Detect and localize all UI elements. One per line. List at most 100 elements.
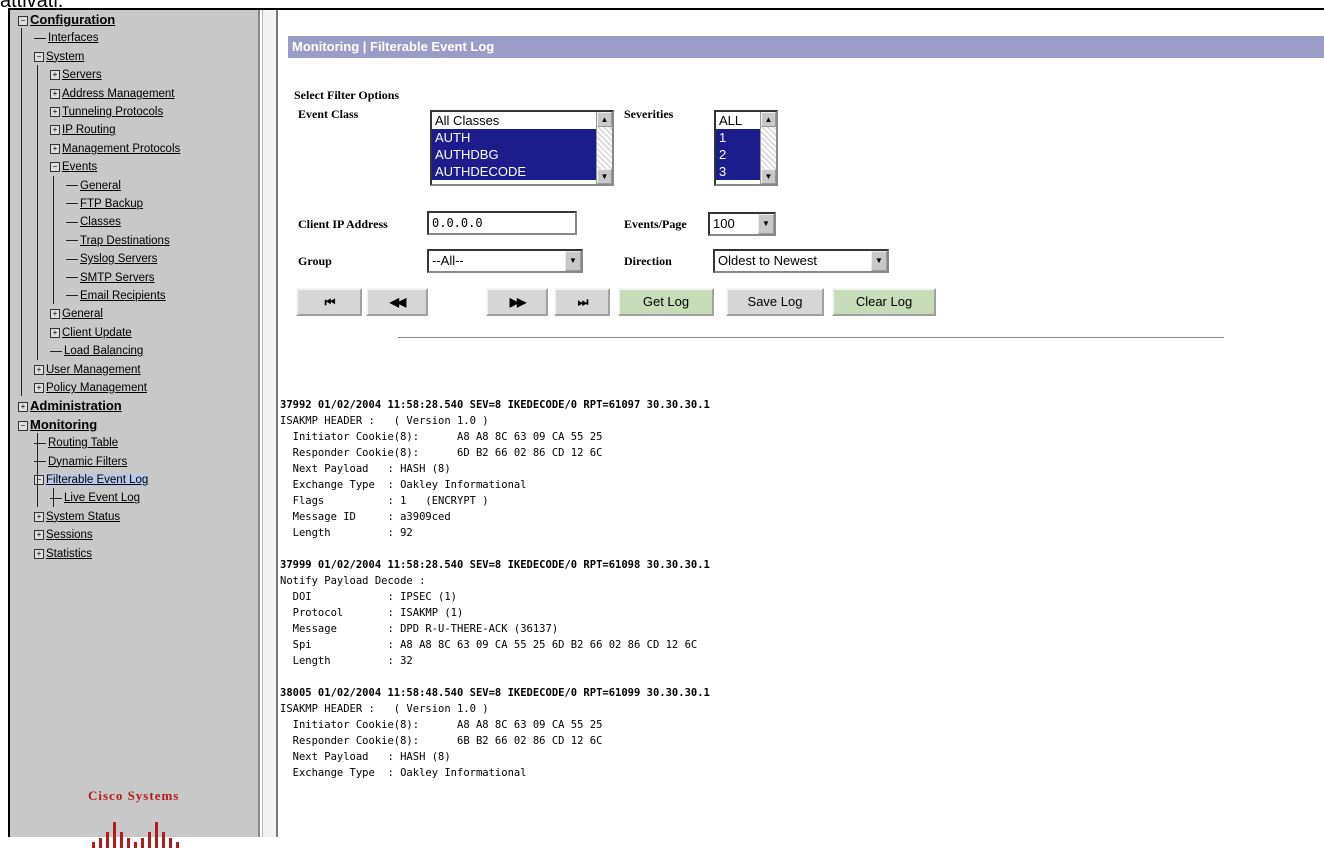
nav-item-general[interactable]: General [66, 178, 121, 194]
listbox-option[interactable]: All Classes [432, 112, 612, 129]
collapse-icon[interactable]: − [50, 162, 60, 173]
expand-icon[interactable]: + [34, 530, 44, 541]
expand-icon[interactable]: + [50, 125, 60, 136]
nav-item-sessions[interactable]: + Sessions [34, 527, 93, 543]
collapse-icon[interactable]: − [18, 420, 28, 431]
group-select[interactable]: --All-- ▼ [427, 249, 583, 273]
severities-listbox[interactable]: ALL 1 2 3 ▲ ▼ [714, 110, 778, 186]
events-per-page-value: 100 [713, 216, 735, 231]
expand-icon[interactable]: + [50, 88, 60, 99]
nav-item-administration[interactable]: + Administration [18, 398, 122, 415]
tree-connector [34, 37, 46, 39]
frame-splitter[interactable] [262, 10, 278, 837]
nav-item-syslog-servers[interactable]: Syslog Servers [66, 251, 157, 267]
last-page-button[interactable]: ⏭ [554, 288, 610, 316]
expand-icon[interactable]: + [50, 327, 60, 338]
expand-icon[interactable]: + [34, 548, 44, 559]
nav-item-interfaces[interactable]: Interfaces [34, 30, 99, 46]
expand-icon[interactable]: + [50, 143, 60, 154]
logo-bar [169, 838, 172, 848]
nav-item-ftp-backup[interactable]: FTP Backup [66, 196, 143, 212]
listbox-option[interactable]: AUTHDBG [432, 146, 612, 163]
nav-item-monitoring[interactable]: − Monitoring [18, 417, 97, 434]
nav-item-label: Address Management [62, 87, 175, 100]
nav-item-client-update[interactable]: + Client Update [50, 325, 132, 341]
log-entry-line: ISAKMP HEADER : ( Version 1.0 ) [280, 703, 489, 715]
save-log-button[interactable]: Save Log [726, 288, 824, 316]
get-log-button[interactable]: Get Log [618, 288, 714, 316]
logo-bar [99, 838, 102, 848]
nav-item-label: Email Recipients [80, 290, 166, 302]
direction-select[interactable]: Oldest to Newest ▼ [713, 249, 889, 273]
direction-label: Direction [624, 254, 672, 268]
listbox-option[interactable]: AUTHDECODE [432, 163, 612, 180]
log-entry-line: Responder Cookie(8): 6D B2 66 02 86 CD 1… [280, 447, 603, 459]
nav-item-load-balancing[interactable]: Load Balancing [50, 343, 143, 359]
scroll-down-icon[interactable]: ▼ [761, 169, 776, 184]
log-entry-line: Notify Payload Decode : [280, 575, 426, 587]
collapse-icon[interactable]: − [34, 474, 44, 485]
log-entry-line: Message ID : a3909ced [280, 511, 451, 523]
chevron-down-icon[interactable]: ▼ [871, 251, 887, 271]
nav-item-management-protocols[interactable]: + Management Protocols [50, 141, 180, 157]
nav-item-ip-routing[interactable]: + IP Routing [50, 122, 116, 138]
nav-item-label: Classes [80, 216, 121, 229]
event-class-scrollbar[interactable]: ▲ ▼ [596, 112, 612, 184]
previous-page-button[interactable]: ◀◀ [366, 288, 428, 316]
nav-item-address-management[interactable]: + Address Management [50, 86, 175, 102]
chevron-down-icon[interactable]: ▼ [565, 251, 581, 271]
nav-item-general[interactable]: + General [50, 306, 103, 322]
expand-icon[interactable]: + [18, 402, 28, 413]
nav-item-user-management[interactable]: + User Management [34, 362, 141, 378]
log-entry-spacer [280, 541, 1320, 557]
expand-icon[interactable]: + [50, 70, 60, 81]
nav-item-label: Servers [62, 69, 102, 82]
nav-item-statistics[interactable]: + Statistics [34, 546, 92, 562]
client-ip-input[interactable]: 0.0.0.0 [427, 211, 577, 235]
chevron-down-icon[interactable]: ▼ [758, 214, 774, 234]
nav-item-label: Monitoring [30, 416, 98, 432]
expand-icon[interactable]: + [50, 309, 60, 320]
collapse-icon[interactable]: − [34, 51, 44, 62]
nav-item-policy-management[interactable]: + Policy Management [34, 380, 147, 396]
scroll-down-icon[interactable]: ▼ [597, 169, 612, 184]
nav-item-servers[interactable]: + Servers [50, 67, 102, 83]
nav-item-routing-table[interactable]: Routing Table [34, 435, 118, 451]
scroll-up-icon[interactable]: ▲ [761, 112, 776, 127]
logo-bar [113, 822, 116, 848]
next-page-button[interactable]: ▶▶ [486, 288, 548, 316]
logo-bar [155, 822, 158, 848]
nav-item-label: Load Balancing [64, 345, 144, 358]
events-per-page-select[interactable]: 100 ▼ [708, 212, 776, 236]
log-entry-spacer [280, 669, 1320, 685]
expand-icon[interactable]: + [34, 382, 44, 393]
nav-item-trap-destinations[interactable]: Trap Destinations [66, 233, 170, 249]
nav-item-dynamic-filters[interactable]: Dynamic Filters [34, 454, 127, 470]
expand-icon[interactable]: + [34, 364, 44, 375]
nav-item-label: Filterable Event Log [46, 474, 149, 486]
nav-item-email-recipients[interactable]: Email Recipients [66, 288, 166, 304]
expand-icon[interactable]: + [34, 511, 44, 522]
nav-item-classes[interactable]: Classes [66, 214, 121, 230]
client-ip-label: Client IP Address [298, 217, 388, 231]
collapse-icon[interactable]: − [18, 15, 28, 26]
nav-item-smtp-servers[interactable]: SMTP Servers [66, 270, 155, 286]
nav-item-filterable-event-log[interactable]: − Filterable Event Log [34, 472, 149, 488]
nav-item-live-event-log[interactable]: Live Event Log [50, 490, 140, 506]
first-page-button[interactable]: ⏮ [296, 288, 362, 316]
clear-log-button[interactable]: Clear Log [832, 288, 936, 316]
nav-item-system[interactable]: − System [34, 49, 84, 65]
listbox-option[interactable]: AUTH [432, 129, 612, 146]
nav-item-configuration[interactable]: − Configuration [18, 12, 115, 29]
nav-item-tunneling-protocols[interactable]: + Tunneling Protocols [50, 104, 163, 120]
nav-item-label: Administration [30, 398, 122, 414]
nav-item-label: Dynamic Filters [48, 455, 128, 468]
tree-connector [66, 221, 78, 223]
nav-item-label: System [46, 50, 85, 63]
nav-item-events[interactable]: − Events [50, 159, 97, 175]
scroll-up-icon[interactable]: ▲ [597, 112, 612, 127]
event-class-listbox[interactable]: All Classes AUTH AUTHDBG AUTHDECODE ▲ ▼ [430, 110, 614, 186]
nav-item-system-status[interactable]: + System Status [34, 509, 120, 525]
expand-icon[interactable]: + [50, 106, 60, 117]
severities-scrollbar[interactable]: ▲ ▼ [760, 112, 776, 184]
